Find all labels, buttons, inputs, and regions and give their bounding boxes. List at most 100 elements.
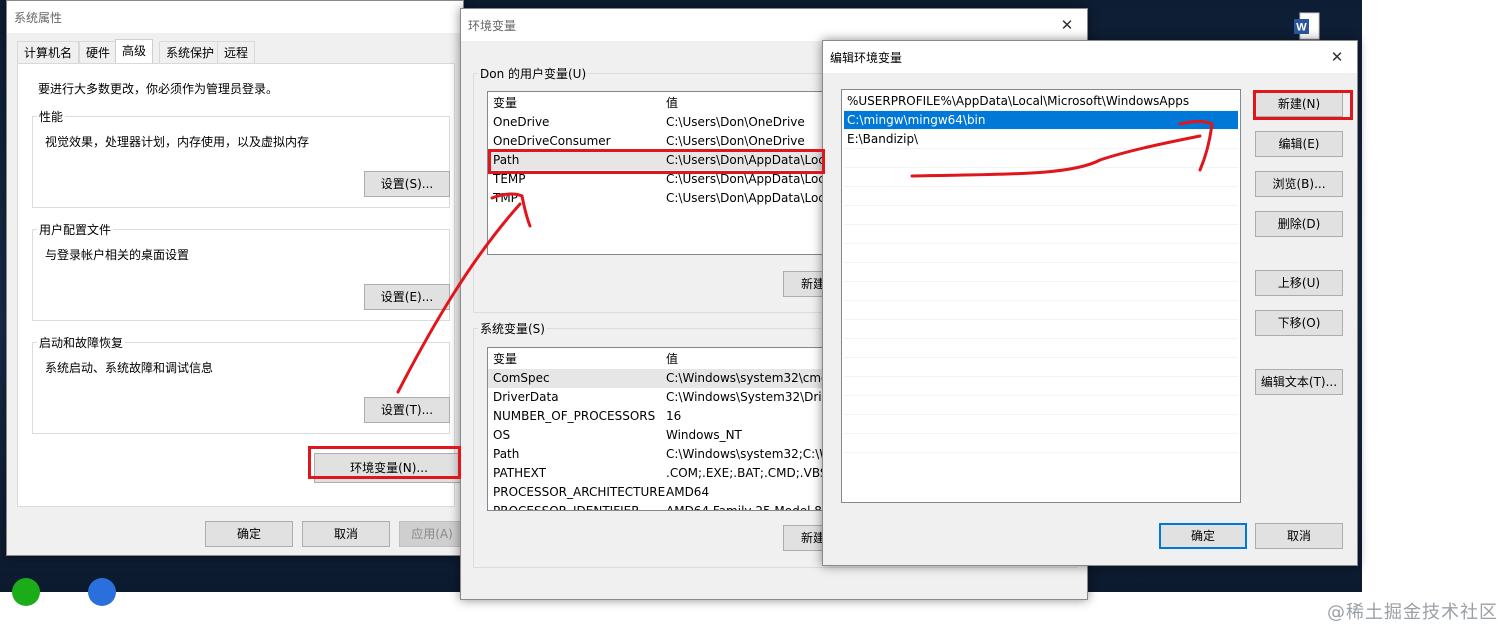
admin-note: 要进行大多数更改，你必须作为管理员登录。 — [38, 82, 279, 96]
variable-name: ComSpec — [493, 371, 550, 385]
column-header-variable[interactable]: 变量 — [493, 94, 517, 113]
variable-name: OneDrive — [493, 115, 550, 129]
variable-value: C:\Windows\System32\Driv — [666, 390, 829, 404]
user-profile-group-title: 用户配置文件 — [37, 221, 114, 238]
svg-text:W: W — [1296, 22, 1307, 34]
user-profile-description: 与登录帐户相关的桌面设置 — [45, 248, 190, 262]
empty-list-row — [844, 434, 1238, 453]
table-row[interactable]: PATHEXT .COM;.EXE;.BAT;.CMD;.VBS;. — [488, 464, 846, 483]
startup-recovery-description: 系统启动、系统故障和调试信息 — [45, 361, 214, 375]
table-row-selected[interactable]: ComSpec C:\Windows\system32\cmd — [488, 369, 846, 388]
system-variables-group-title: 系统变量(S) — [478, 320, 547, 337]
empty-list-row — [844, 282, 1238, 301]
table-row[interactable]: NUMBER_OF_PROCESSORS 16 — [488, 407, 846, 426]
browse-button[interactable]: 浏览(B)... — [1255, 171, 1343, 197]
empty-list-row — [844, 206, 1238, 225]
empty-list-row — [844, 358, 1238, 377]
delete-entry-button[interactable]: 删除(D) — [1255, 211, 1343, 237]
empty-list-row — [844, 377, 1238, 396]
edit-text-button[interactable]: 编辑文本(T)... — [1255, 369, 1343, 395]
tab-system-protection[interactable]: 系统保护 — [159, 41, 222, 63]
path-entries-list[interactable]: %USERPROFILE%\AppData\Local\Microsoft\Wi… — [841, 89, 1241, 503]
variable-value: C:\Users\Don\OneDrive — [666, 115, 805, 129]
variable-value: 16 — [666, 409, 682, 423]
table-row[interactable]: TMP C:\Users\Don\AppData\Loc — [488, 189, 846, 208]
tab-hardware[interactable]: 硬件 — [79, 41, 118, 63]
empty-list-row — [844, 339, 1238, 358]
list-item[interactable]: %USERPROFILE%\AppData\Local\Microsoft\Wi… — [844, 92, 1238, 111]
move-up-button[interactable]: 上移(U) — [1255, 270, 1343, 296]
table-row[interactable]: DriverData C:\Windows\System32\Driv — [488, 388, 846, 407]
ok-button[interactable]: 确定 — [1159, 523, 1247, 549]
startup-recovery-group-title: 启动和故障恢复 — [37, 334, 126, 351]
apply-button[interactable]: 应用(A) — [399, 521, 465, 547]
edit-environment-variable-title: 编辑环境变量 — [823, 41, 1357, 73]
performance-group-title: 性能 — [37, 108, 66, 125]
user-variables-header: 变量 值 — [488, 94, 846, 113]
system-variables-header: 变量 值 — [488, 350, 846, 369]
system-properties-title: 系统属性 — [7, 1, 463, 33]
column-header-value[interactable]: 值 — [666, 94, 678, 113]
cancel-button[interactable]: 取消 — [1255, 523, 1343, 549]
variable-value: AMD64 Family 25 Model 80 — [666, 504, 830, 511]
variable-value: AMD64 — [666, 485, 710, 499]
variable-value: Windows_NT — [666, 428, 742, 442]
variable-name: TMP — [493, 191, 518, 205]
close-icon[interactable]: ✕ — [1327, 47, 1347, 67]
table-row[interactable]: OneDrive C:\Users\Don\OneDrive — [488, 113, 846, 132]
variable-name: DriverData — [493, 390, 559, 404]
empty-list-row — [844, 168, 1238, 187]
empty-list-row — [844, 244, 1238, 263]
wechat-icon[interactable] — [12, 578, 40, 606]
empty-list-row — [844, 301, 1238, 320]
performance-group: 性能 视觉效果，处理器计划，内存使用，以及虚拟内存 设置(S)... — [32, 108, 450, 208]
variable-name: NUMBER_OF_PROCESSORS — [493, 409, 656, 423]
empty-list-row — [844, 320, 1238, 339]
ok-button[interactable]: 确定 — [205, 521, 293, 547]
cancel-button[interactable]: 取消 — [302, 521, 390, 547]
empty-list-row — [844, 149, 1238, 168]
empty-list-row — [844, 263, 1238, 282]
variable-name: PROCESSOR_ARCHITECTURE — [493, 485, 666, 499]
performance-settings-button[interactable]: 设置(S)... — [364, 171, 450, 197]
table-row[interactable]: OS Windows_NT — [488, 426, 846, 445]
empty-list-row — [844, 225, 1238, 244]
tab-advanced[interactable]: 高级 — [115, 39, 154, 64]
empty-list-row — [844, 187, 1238, 206]
env-variables-button-highlight — [308, 446, 461, 479]
app-icon[interactable] — [88, 578, 116, 606]
new-button-highlight — [1253, 90, 1353, 120]
table-row[interactable]: Path C:\Windows\system32;C:\W — [488, 445, 846, 464]
move-down-button[interactable]: 下移(O) — [1255, 310, 1343, 336]
watermark: @稀土掘金技术社区 — [1327, 602, 1498, 623]
variable-value: C:\Users\Don\AppData\Loc — [666, 191, 825, 205]
word-document-icon[interactable]: W — [1294, 12, 1320, 40]
edit-entry-button[interactable]: 编辑(E) — [1255, 131, 1343, 157]
empty-list-row — [844, 396, 1238, 415]
user-profile-settings-button[interactable]: 设置(E)... — [364, 284, 450, 310]
list-item[interactable]: E:\Bandizip\ — [844, 130, 1238, 149]
variable-value: C:\Windows\system32;C:\W — [666, 447, 832, 461]
user-variables-group-title: Don 的用户变量(U) — [478, 65, 589, 82]
performance-description: 视觉效果，处理器计划，内存使用，以及虚拟内存 — [45, 135, 310, 149]
table-row[interactable]: PROCESSOR_IDENTIFIER AMD64 Family 25 Mod… — [488, 502, 846, 511]
list-item-selected[interactable]: C:\mingw\mingw64\bin — [844, 111, 1238, 130]
variable-name: PROCESSOR_IDENTIFIER — [493, 504, 640, 511]
tab-remote[interactable]: 远程 — [217, 41, 256, 63]
advanced-tab-panel: 要进行大多数更改，你必须作为管理员登录。 性能 视觉效果，处理器计划，内存使用，… — [17, 63, 464, 507]
path-row-highlight — [488, 149, 825, 174]
column-header-variable[interactable]: 变量 — [493, 350, 517, 369]
tab-computer-name[interactable]: 计算机名 — [17, 41, 80, 63]
system-variables-list[interactable]: 变量 值 ComSpec C:\Windows\system32\cmd Dri… — [487, 347, 847, 511]
variable-value: C:\Windows\system32\cmd — [666, 371, 829, 385]
variable-value: .COM;.EXE;.BAT;.CMD;.VBS;. — [666, 466, 836, 480]
column-header-value[interactable]: 值 — [666, 350, 678, 369]
empty-list-row — [844, 415, 1238, 434]
user-profile-group: 用户配置文件 与登录帐户相关的桌面设置 设置(E)... — [32, 221, 450, 321]
table-row[interactable]: PROCESSOR_ARCHITECTURE AMD64 — [488, 483, 846, 502]
close-icon[interactable]: ✕ — [1057, 15, 1077, 35]
startup-recovery-settings-button[interactable]: 设置(T)... — [364, 397, 450, 423]
startup-recovery-group: 启动和故障恢复 系统启动、系统故障和调试信息 设置(T)... — [32, 334, 450, 434]
variable-name: PATHEXT — [493, 466, 547, 480]
variable-name: Path — [493, 447, 520, 461]
